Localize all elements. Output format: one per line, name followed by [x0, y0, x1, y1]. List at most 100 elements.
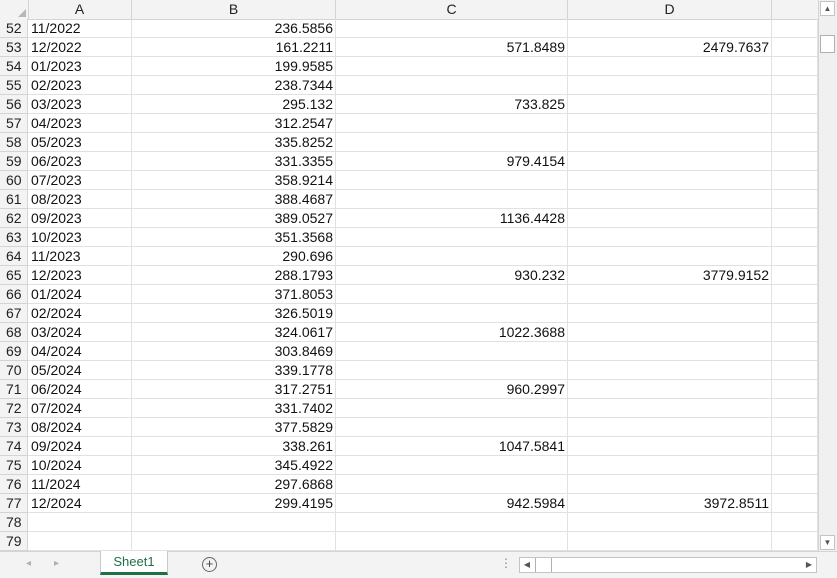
cell-d[interactable]	[568, 152, 772, 171]
cell-a[interactable]: 08/2024	[28, 418, 132, 437]
select-all-corner[interactable]	[0, 0, 29, 19]
cell-d[interactable]	[568, 228, 772, 247]
cell-e[interactable]	[772, 171, 818, 190]
cell-d[interactable]	[568, 171, 772, 190]
cell-e[interactable]	[772, 247, 818, 266]
cell-a[interactable]: 06/2023	[28, 152, 132, 171]
cell-a[interactable]: 03/2023	[28, 95, 132, 114]
cell-c[interactable]: 571.8489	[336, 38, 568, 57]
row-number[interactable]: 64	[0, 247, 28, 266]
cell-a[interactable]: 11/2023	[28, 247, 132, 266]
cell-c[interactable]: 1047.5841	[336, 437, 568, 456]
cell-e[interactable]	[772, 304, 818, 323]
tab-next-icon[interactable]: ▸	[54, 558, 59, 569]
scroll-up-icon[interactable]: ▲	[820, 1, 835, 16]
cell-e[interactable]	[772, 437, 818, 456]
cell-b[interactable]: 377.5829	[132, 418, 336, 437]
splitter-handle-icon[interactable]: ⋮	[500, 556, 512, 570]
row-number[interactable]: 59	[0, 152, 28, 171]
cell-a[interactable]	[28, 532, 132, 551]
cell-e[interactable]	[772, 342, 818, 361]
cell-d[interactable]	[568, 209, 772, 228]
cell-d[interactable]	[568, 95, 772, 114]
row-number[interactable]: 52	[0, 19, 28, 38]
row-number[interactable]: 61	[0, 190, 28, 209]
cell-a[interactable]: 02/2023	[28, 76, 132, 95]
cell-a[interactable]: 08/2023	[28, 190, 132, 209]
cell-b[interactable]: 351.3568	[132, 228, 336, 247]
row-number[interactable]: 55	[0, 76, 28, 95]
cell-c[interactable]: 1022.3688	[336, 323, 568, 342]
cell-c[interactable]	[336, 57, 568, 76]
row-number[interactable]: 60	[0, 171, 28, 190]
cell-d[interactable]	[568, 399, 772, 418]
cell-e[interactable]	[772, 323, 818, 342]
cell-d[interactable]	[568, 361, 772, 380]
row-number[interactable]: 69	[0, 342, 28, 361]
row-number[interactable]: 56	[0, 95, 28, 114]
cell-e[interactable]	[772, 95, 818, 114]
cell-a[interactable]: 11/2022	[28, 19, 132, 38]
cell-a[interactable]: 07/2024	[28, 399, 132, 418]
cell-a[interactable]: 02/2024	[28, 304, 132, 323]
cell-c[interactable]	[336, 513, 568, 532]
cell-c[interactable]	[336, 475, 568, 494]
cell-e[interactable]	[772, 494, 818, 513]
horizontal-scrollbar[interactable]: ◀ ▶	[519, 557, 817, 573]
cell-d[interactable]	[568, 418, 772, 437]
cell-a[interactable]: 09/2024	[28, 437, 132, 456]
cell-c[interactable]	[336, 399, 568, 418]
cell-e[interactable]	[772, 418, 818, 437]
cell-b[interactable]: 389.0527	[132, 209, 336, 228]
cell-e[interactable]	[772, 209, 818, 228]
cell-b[interactable]: 199.9585	[132, 57, 336, 76]
cell-d[interactable]	[568, 247, 772, 266]
cell-b[interactable]	[132, 513, 336, 532]
cell-b[interactable]: 338.261	[132, 437, 336, 456]
cell-b[interactable]	[132, 532, 336, 551]
cell-b[interactable]: 326.5019	[132, 304, 336, 323]
row-number[interactable]: 74	[0, 437, 28, 456]
cell-c[interactable]	[336, 456, 568, 475]
cell-c[interactable]	[336, 76, 568, 95]
cell-e[interactable]	[772, 133, 818, 152]
cell-d[interactable]: 2479.7637	[568, 38, 772, 57]
cell-b[interactable]: 288.1793	[132, 266, 336, 285]
cell-b[interactable]: 331.7402	[132, 399, 336, 418]
cell-c[interactable]	[336, 133, 568, 152]
cell-a[interactable]: 09/2023	[28, 209, 132, 228]
cell-b[interactable]: 295.132	[132, 95, 336, 114]
cell-a[interactable]: 01/2024	[28, 285, 132, 304]
cell-a[interactable]: 04/2024	[28, 342, 132, 361]
cell-e[interactable]	[772, 266, 818, 285]
row-number[interactable]: 62	[0, 209, 28, 228]
column-header-c[interactable]: C	[336, 0, 568, 19]
row-number[interactable]: 68	[0, 323, 28, 342]
cell-d[interactable]	[568, 437, 772, 456]
scroll-down-icon[interactable]: ▼	[820, 535, 835, 550]
cell-c[interactable]	[336, 532, 568, 551]
cell-d[interactable]: 3972.8511	[568, 494, 772, 513]
cell-d[interactable]	[568, 190, 772, 209]
cell-d[interactable]	[568, 323, 772, 342]
vertical-scrollbar[interactable]: ▲ ▼	[818, 0, 837, 551]
cell-d[interactable]	[568, 57, 772, 76]
cell-c[interactable]: 942.5984	[336, 494, 568, 513]
cell-a[interactable]: 01/2023	[28, 57, 132, 76]
cell-d[interactable]	[568, 380, 772, 399]
add-sheet-icon[interactable]: +	[202, 557, 217, 572]
cell-c[interactable]	[336, 171, 568, 190]
cell-d[interactable]	[568, 342, 772, 361]
row-number[interactable]: 75	[0, 456, 28, 475]
row-number[interactable]: 58	[0, 133, 28, 152]
cell-e[interactable]	[772, 532, 818, 551]
cell-c[interactable]	[336, 285, 568, 304]
cell-d[interactable]	[568, 532, 772, 551]
cell-c[interactable]: 1136.4428	[336, 209, 568, 228]
column-header-b[interactable]: B	[132, 0, 336, 19]
cell-a[interactable]	[28, 513, 132, 532]
cell-a[interactable]: 12/2024	[28, 494, 132, 513]
cell-d[interactable]	[568, 475, 772, 494]
column-header-d[interactable]: D	[568, 0, 772, 19]
cell-b[interactable]: 324.0617	[132, 323, 336, 342]
